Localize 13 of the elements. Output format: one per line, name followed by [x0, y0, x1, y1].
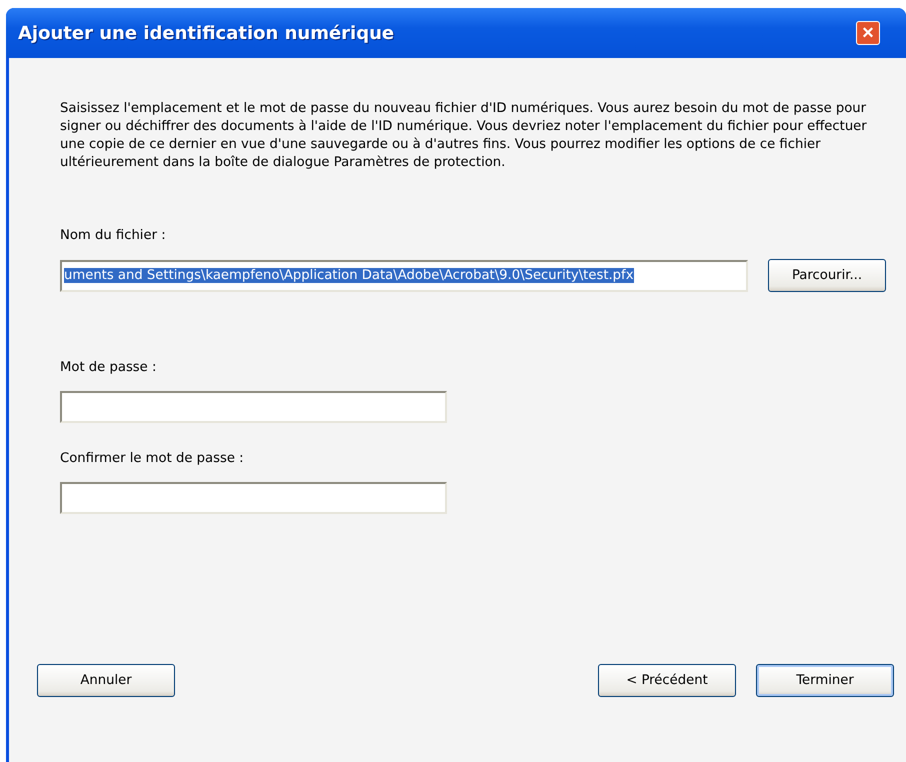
file-name-field[interactable]: uments and Settings\kaempfeno\Application Data\Adobe\Acrobat\9.0\Security\test.pfx [60, 260, 748, 292]
file-label: Nom du fichier : [60, 228, 167, 243]
dialog-button[interactable]: Annuler [37, 664, 175, 697]
window-title: Ajouter une identification numérique [18, 22, 394, 44]
field-label: Confirmer le mot de passe : [60, 451, 245, 466]
field-label: Mot de passe : [60, 360, 158, 375]
password-field[interactable] [60, 391, 447, 423]
password-field[interactable] [60, 482, 447, 514]
dialog-button[interactable]: < Précédent [598, 664, 736, 697]
browse-button[interactable]: Parcourir... [768, 259, 886, 292]
close-button[interactable]: × [856, 21, 880, 45]
intro-text: Saisissez l'emplacement et le mot de passe du nouveau fichier d'ID numériques. Vous aurez besoin du mot de passe pour signer ou déchiffrer des documents à l'aide de l'ID numérique. Vous devriez noter l'emplacement du fichier pour effectuer une copie de ce dernier en vue d'une sauvegarde ou à d'autres fins. Vous pourrez modifier les options de ce fichier ultérieurement dans la boîte de dialogue Paramètres de protection. [60, 100, 868, 172]
dialog-button[interactable]: Terminer [756, 664, 894, 697]
